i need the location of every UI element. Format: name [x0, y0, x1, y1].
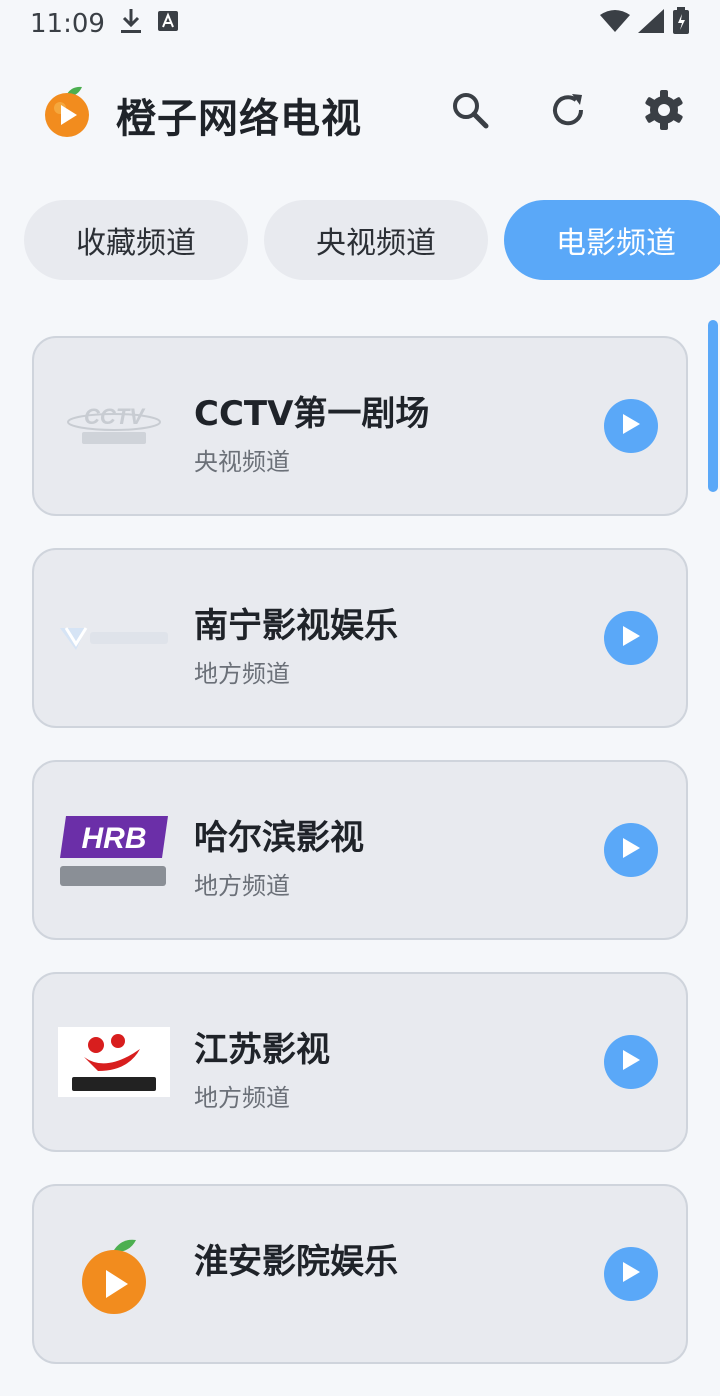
refresh-icon: [548, 90, 588, 134]
tab-cctv[interactable]: 央视频道: [264, 200, 488, 280]
orange-logo-icon: [56, 1234, 172, 1314]
wifi-icon: [600, 9, 630, 40]
signal-icon: [638, 8, 664, 40]
status-time: 11:09: [30, 9, 105, 39]
play-icon: [620, 1260, 642, 1288]
channel-tabs: 收藏频道 央视频道 电影频道: [24, 200, 720, 280]
channel-name: 南宁影视娱乐: [194, 606, 398, 646]
channel-category: 地方频道: [194, 660, 290, 688]
download-icon: [119, 7, 143, 42]
play-icon: [620, 412, 642, 440]
app-bar: 橙子网络电视: [0, 70, 720, 160]
gear-icon: [643, 89, 685, 135]
channel-logo-jiangsu: [56, 1022, 172, 1102]
channel-list: CCTV CCTV第一剧场 央视频道 南宁影视娱乐 地方频道 HRB 哈尔滨影视…: [32, 336, 688, 1396]
play-button[interactable]: [604, 1035, 658, 1089]
scroll-thumb[interactable]: [708, 320, 718, 492]
play-button[interactable]: [604, 399, 658, 453]
channel-card[interactable]: 南宁影视娱乐 地方频道: [32, 548, 688, 728]
channel-name: 哈尔滨影视: [194, 818, 364, 858]
channel-category: 地方频道: [194, 872, 290, 900]
status-bar: 11:09: [0, 0, 720, 48]
orange-logo-icon: [40, 84, 94, 138]
channel-logo-nanning: [56, 598, 172, 678]
channel-category: 央视频道: [194, 448, 290, 476]
a-icon: [157, 9, 179, 39]
svg-text:HRB: HRB: [82, 822, 147, 855]
search-button[interactable]: [446, 88, 494, 136]
search-icon: [450, 90, 490, 134]
channel-category: 地方频道: [194, 1084, 290, 1112]
tab-favorites[interactable]: 收藏频道: [24, 200, 248, 280]
channel-name: 江苏影视: [194, 1030, 330, 1070]
channel-name: 淮安影院娱乐: [194, 1242, 398, 1282]
channel-card[interactable]: 淮安影院娱乐: [32, 1184, 688, 1364]
play-button[interactable]: [604, 823, 658, 877]
play-icon: [620, 1048, 642, 1076]
channel-card[interactable]: HRB 哈尔滨影视 地方频道: [32, 760, 688, 940]
scrollbar[interactable]: [708, 320, 718, 1280]
play-icon: [620, 624, 642, 652]
channel-name: CCTV第一剧场: [194, 394, 430, 434]
play-button[interactable]: [604, 1247, 658, 1301]
play-button[interactable]: [604, 611, 658, 665]
channel-card[interactable]: 江苏影视 地方频道: [32, 972, 688, 1152]
battery-icon: [672, 6, 690, 42]
play-icon: [620, 836, 642, 864]
settings-button[interactable]: [640, 88, 688, 136]
refresh-button[interactable]: [544, 88, 592, 136]
channel-logo-hrb: HRB: [56, 810, 172, 890]
svg-text:CCTV: CCTV: [84, 404, 146, 429]
channel-card[interactable]: CCTV CCTV第一剧场 央视频道: [32, 336, 688, 516]
tab-movies[interactable]: 电影频道: [504, 200, 720, 280]
app-title: 橙子网络电视: [116, 96, 362, 142]
channel-logo-cctv: CCTV: [56, 386, 172, 466]
